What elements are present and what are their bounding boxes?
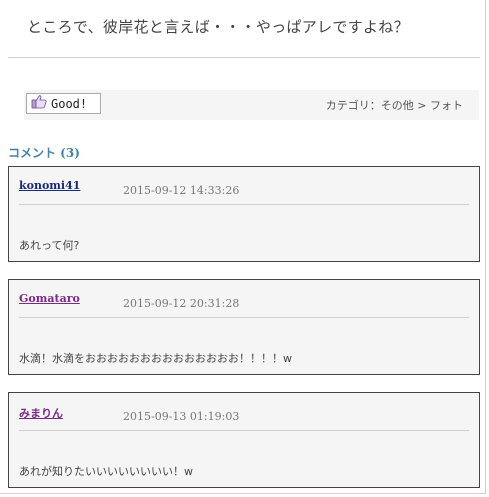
comment-body: あれが知りたいいいいいいいい！w bbox=[19, 465, 193, 478]
comment-timestamp: 2015-09-13 01:19:03 bbox=[123, 410, 240, 423]
good-label: Good! bbox=[51, 96, 88, 111]
category-breadcrumb[interactable]: カテゴリ：その他 > フォト bbox=[326, 97, 463, 113]
good-button[interactable]: Good! bbox=[26, 93, 101, 114]
comment-card: Gomataro 2015-09-12 20:31:28 水滴！水滴をおおおおお… bbox=[8, 279, 480, 375]
comment-author-link[interactable]: konomi41 bbox=[19, 179, 80, 192]
comment-card: みまりん 2015-09-13 01:19:03 あれが知りたいいいいいいいい！… bbox=[8, 392, 480, 488]
comment-timestamp: 2015-09-12 14:33:26 bbox=[123, 184, 240, 197]
post-title: ところで、彼岸花と言えば・・・やっぱアレですよね？ bbox=[27, 18, 409, 36]
comments-header: コメント (3) bbox=[8, 146, 80, 160]
comment-author-link[interactable]: Gomataro bbox=[19, 292, 80, 305]
comment-timestamp: 2015-09-12 20:31:28 bbox=[123, 297, 240, 310]
thumbs-up-icon bbox=[31, 94, 47, 113]
comment-divider bbox=[19, 204, 469, 205]
comment-body: あれって何? bbox=[19, 239, 80, 252]
post-meta-bar: Good! カテゴリ：その他 > フォト bbox=[24, 90, 479, 120]
comment-author-link[interactable]: みまりん bbox=[19, 405, 63, 421]
comment-card: konomi41 2015-09-12 14:33:26 あれって何? bbox=[8, 166, 480, 262]
comment-body: 水滴！水滴をおおおおおおおおおおおおおお！！！！w bbox=[19, 352, 292, 365]
title-divider bbox=[8, 57, 480, 58]
comment-divider bbox=[19, 430, 469, 431]
comment-divider bbox=[19, 317, 469, 318]
